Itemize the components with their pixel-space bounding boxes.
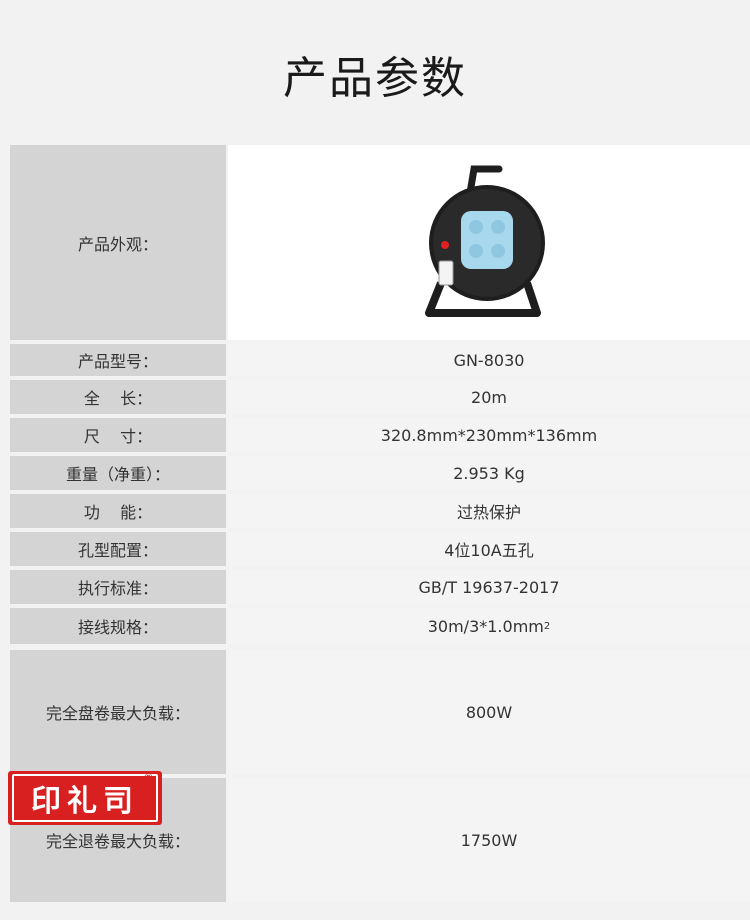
registered-mark: ® [143, 771, 154, 784]
param-value: 2.953 Kg [228, 456, 750, 490]
param-value: GB/T 19637-2017 [228, 570, 750, 604]
param-value: 4位10A五孔 [228, 532, 750, 566]
param-label: 产品外观： [10, 145, 226, 340]
param-value: 1750W [228, 778, 750, 902]
param-value: GN-8030 [228, 344, 750, 376]
cable-reel-icon [425, 165, 545, 317]
param-row-wire-spec: 接线规格： 30m/3*1.0mm 2 [10, 608, 750, 644]
param-row-function: 功 能： 过热保护 [10, 494, 750, 528]
param-row-size: 尺 寸： 320.8mm*230mm*136mm [10, 418, 750, 452]
param-value: 800W [228, 650, 750, 774]
param-label: 重量（净重）： [10, 456, 226, 490]
param-label: 产品型号： [10, 344, 226, 376]
param-row-appearance: 产品外观： [10, 145, 750, 340]
param-value: 30m/3*1.0mm 2 [228, 608, 750, 644]
page-title: 产品参数 [283, 53, 467, 104]
param-label: 全 长： [10, 380, 226, 414]
param-label: 功 能： [10, 494, 226, 528]
param-row-model: 产品型号： GN-8030 [10, 344, 750, 376]
wire-spec-superscript: 2 [543, 620, 551, 632]
param-row-length: 全 长： 20m [10, 380, 750, 414]
wire-spec-text: 30m/3*1.0mm [427, 616, 544, 636]
watermark-text: 印礼司 [12, 774, 158, 822]
param-label: 孔型配置： [10, 532, 226, 566]
product-image [228, 145, 750, 340]
param-label: 接线规格： [10, 608, 226, 644]
param-label: 完全盘卷最大负载： [10, 650, 226, 774]
param-value: 320.8mm*230mm*136mm [228, 418, 750, 452]
watermark-stamp: 印礼司 [8, 771, 162, 825]
param-label: 执行标准： [10, 570, 226, 604]
param-row-socket-config: 孔型配置： 4位10A五孔 [10, 532, 750, 566]
param-row-coiled-load: 完全盘卷最大负载： 800W [10, 650, 750, 774]
param-value: 过热保护 [228, 494, 750, 528]
param-value: 20m [228, 380, 750, 414]
param-row-weight: 重量（净重）： 2.953 Kg [10, 456, 750, 490]
param-label: 尺 寸： [10, 418, 226, 452]
param-row-standard: 执行标准： GB/T 19637-2017 [10, 570, 750, 604]
